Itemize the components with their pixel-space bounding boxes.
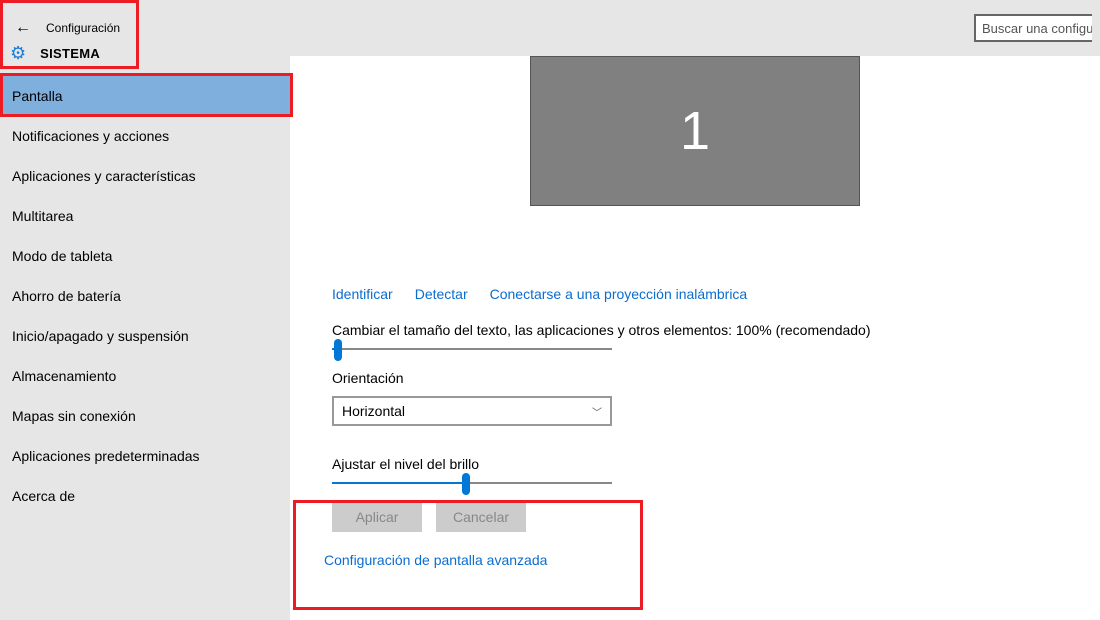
sidebar-item-notificaciones[interactable]: Notificaciones y acciones — [0, 116, 290, 156]
brightness-slider[interactable] — [332, 482, 612, 484]
header-title: Configuración — [46, 21, 120, 35]
sidebar-item-multitarea[interactable]: Multitarea — [0, 196, 290, 236]
detect-link[interactable]: Detectar — [415, 286, 468, 302]
apply-button[interactable]: Aplicar — [332, 502, 422, 532]
orientation-setting: Orientación Horizontal ﹀ — [332, 370, 1076, 426]
cancel-button[interactable]: Cancelar — [436, 502, 526, 532]
sidebar-item-almacenamiento[interactable]: Almacenamiento — [0, 356, 290, 396]
section-header: ⚙ SISTEMA — [0, 36, 290, 70]
wireless-projection-link[interactable]: Conectarse a una proyección inalámbrica — [490, 286, 748, 302]
identify-link[interactable]: Identificar — [332, 286, 393, 302]
chevron-down-icon: ﹀ — [592, 404, 602, 419]
orientation-label: Orientación — [332, 370, 1076, 386]
sidebar-item-pantalla[interactable]: Pantalla — [0, 76, 290, 116]
scale-setting: Cambiar el tamaño del texto, las aplicac… — [332, 322, 1076, 350]
display-links-row: Identificar Detectar Conectarse a una pr… — [332, 286, 1076, 302]
sidebar-item-predeterminadas[interactable]: Aplicaciones predeterminadas — [0, 436, 290, 476]
brightness-setting: Ajustar el nivel del brillo Aplicar Canc… — [332, 456, 1076, 532]
section-title: SISTEMA — [40, 46, 100, 61]
sidebar-item-aplicaciones[interactable]: Aplicaciones y características — [0, 156, 290, 196]
scale-slider-thumb[interactable] — [334, 339, 342, 361]
orientation-value: Horizontal — [342, 403, 405, 419]
advanced-display-link[interactable]: Configuración de pantalla avanzada — [324, 552, 1076, 568]
monitor-preview-1[interactable]: 1 — [530, 56, 860, 206]
orientation-dropdown[interactable]: Horizontal ﹀ — [332, 396, 612, 426]
gear-icon: ⚙ — [10, 43, 26, 64]
scale-slider[interactable] — [332, 348, 612, 350]
sidebar-item-mapas[interactable]: Mapas sin conexión — [0, 396, 290, 436]
search-input[interactable]: Buscar una configu — [974, 14, 1092, 42]
sidebar-item-acerca[interactable]: Acerca de — [0, 476, 290, 516]
main-panel: 1 Identificar Detectar Conectarse a una … — [290, 56, 1100, 620]
sidebar: Pantalla Notificaciones y acciones Aplic… — [0, 56, 290, 620]
sidebar-item-tableta[interactable]: Modo de tableta — [0, 236, 290, 276]
sidebar-item-inicio[interactable]: Inicio/apagado y suspensión — [0, 316, 290, 356]
brightness-slider-thumb[interactable] — [462, 473, 470, 495]
scale-label: Cambiar el tamaño del texto, las aplicac… — [332, 322, 1076, 338]
brightness-label: Ajustar el nivel del brillo — [332, 456, 1076, 472]
sidebar-item-bateria[interactable]: Ahorro de batería — [0, 276, 290, 316]
